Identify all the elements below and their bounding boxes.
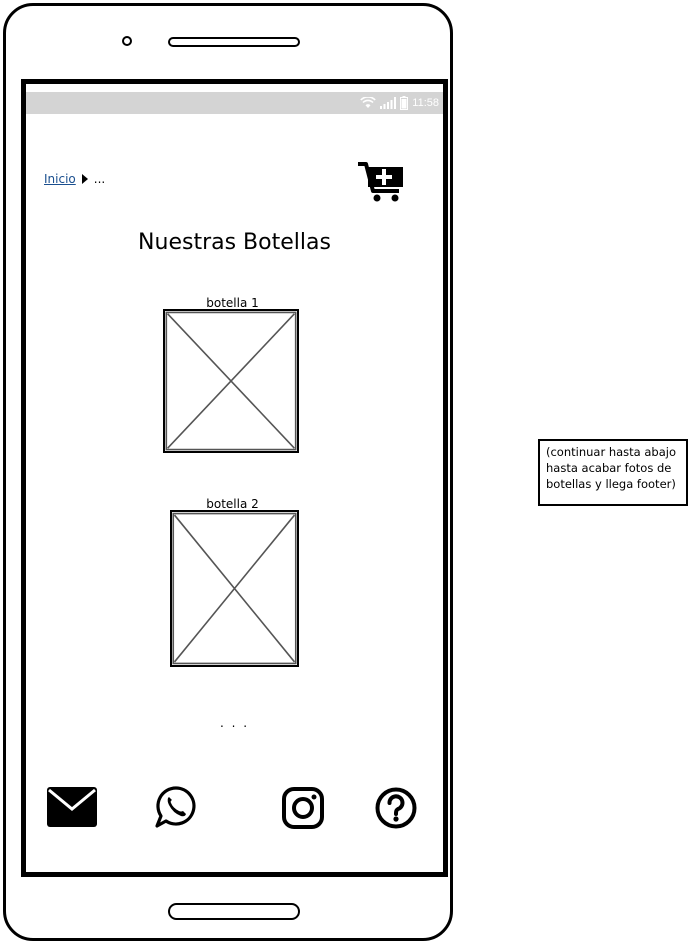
signal-icon: [380, 97, 397, 109]
help-icon: [375, 787, 417, 829]
phone-speaker: [168, 37, 300, 47]
breadcrumb-current: ...: [93, 172, 106, 186]
phone-frame: 11:58 Inicio ... Nuestras Botellas botel…: [3, 3, 453, 941]
instagram-button[interactable]: [282, 787, 324, 833]
help-button[interactable]: [375, 787, 417, 833]
battery-icon: [400, 96, 409, 110]
status-time: 11:58: [412, 97, 439, 109]
annotation-note: (continuar hasta abajo hasta acabar foto…: [538, 439, 688, 506]
phone-camera: [122, 36, 132, 46]
more-indicator: . . .: [219, 716, 250, 730]
bottle-2-image[interactable]: [170, 510, 299, 667]
cart-plus-icon: [358, 162, 403, 202]
image-placeholder-icon: [172, 512, 297, 665]
phone-home-button: [168, 903, 300, 920]
cart-add-button[interactable]: [357, 161, 407, 203]
phone-screen: 11:58 Inicio ... Nuestras Botellas botel…: [21, 79, 448, 877]
breadcrumb-home-link[interactable]: Inicio: [44, 172, 76, 186]
status-bar: 11:58: [26, 92, 443, 114]
instagram-icon: [282, 787, 324, 829]
email-button[interactable]: [47, 787, 97, 831]
wifi-icon: [360, 97, 377, 108]
image-placeholder-icon: [165, 311, 297, 451]
bottle-1-image[interactable]: [163, 309, 299, 453]
envelope-icon: [47, 787, 97, 827]
bottle-2-label: botella 2: [206, 497, 259, 511]
bottle-1-label: botella 1: [206, 296, 259, 310]
chevron-right-icon: [81, 174, 88, 184]
whatsapp-icon: [155, 786, 196, 828]
breadcrumb: Inicio ...: [44, 172, 105, 186]
whatsapp-button[interactable]: [154, 785, 198, 833]
page-title: Nuestras Botellas: [138, 230, 331, 255]
